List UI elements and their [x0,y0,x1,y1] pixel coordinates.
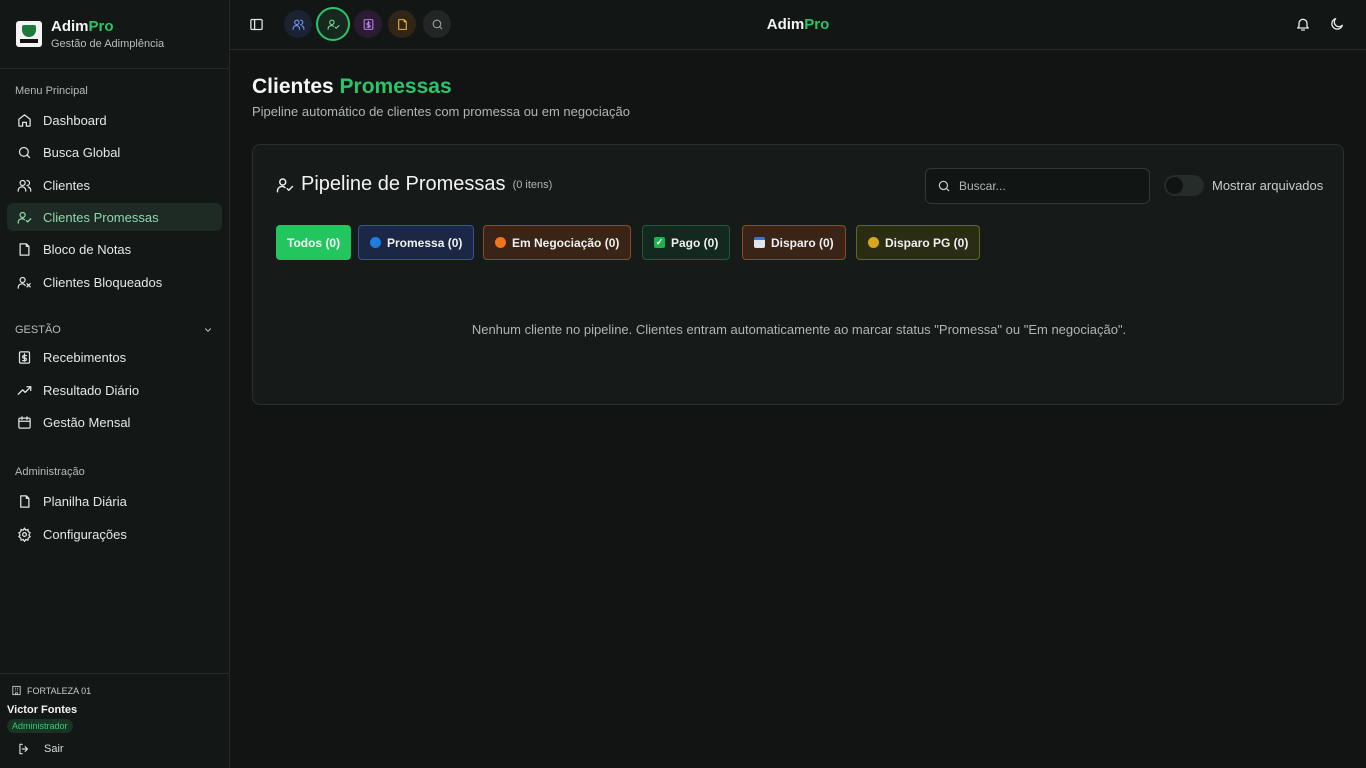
archived-toggle-label: Mostrar arquivados [1212,178,1324,193]
chevron-down-icon[interactable] [203,325,213,335]
sidebar-item-label: Clientes [43,177,90,193]
money-bag-icon [868,237,879,248]
filter-todos[interactable]: Todos (0) [276,225,352,260]
section-gestao: GESTÃO [15,324,61,336]
sidebar-item-dashboard[interactable]: Dashboard [7,106,222,134]
section-administracao: Administração [15,466,85,478]
bell-icon[interactable] [1295,16,1311,32]
check-box-icon: ✓ [654,237,665,248]
sidebar-item-label: Clientes Bloqueados [43,274,163,290]
sidebar-item-clientes-promessas[interactable]: Clientes Promessas [7,203,222,231]
user-check-icon [276,177,294,192]
filter-disparo-pg[interactable]: Disparo PG (0) [856,225,981,260]
logout-button[interactable]: Sair [17,742,64,756]
sidebar-item-busca-global[interactable]: Busca Global [7,138,222,166]
dollar-square-icon [18,350,31,364]
user-check-icon [17,211,32,224]
sidebar-item-clientes[interactable]: Clientes [7,171,222,199]
sidebar-footer: FORTALEZA 01 Victor Fontes Administrador… [0,673,230,768]
sidebar-item-bloco-de-notas[interactable]: Bloco de Notas [7,235,222,263]
pipeline-card: Pipeline de Promessas (0 itens) Mostrar … [252,144,1344,405]
search-icon [938,180,950,192]
archived-toggle[interactable] [1164,175,1204,196]
topbar-title: AdimPro [766,16,830,33]
sidebar-item-label: Dashboard [43,112,107,128]
filter-em-negociacao[interactable]: Em Negociação (0) [483,225,632,260]
logo [16,21,42,47]
role-badge: Administrador [7,719,73,733]
sidebar-item-configuracoes[interactable]: Configurações [7,520,222,548]
gear-icon [18,526,31,542]
sidebar-item-label: Gestão Mensal [43,414,131,430]
pipeline-header: Pipeline de Promessas (0 itens) [276,173,552,196]
sidebar-item-label: Resultado Diário [43,382,140,398]
brand-name: AdimPro [51,18,114,35]
topbar: AdimPro [230,0,1366,50]
trending-up-icon [17,385,32,395]
sidebar-item-planilha-diaria[interactable]: Planilha Diária [7,487,222,515]
sidebar-item-recebimentos[interactable]: Recebimentos [7,343,222,371]
sidebar-item-label: Configurações [43,526,127,542]
note-icon [19,242,30,256]
page-subtitle: Pipeline automático de clientes com prom… [252,104,630,119]
sidebar: AdimPro Gestão de Adimplência Menu Princ… [0,0,230,768]
pipeline-title: Pipeline de Promessas [301,173,506,195]
filter-disparo[interactable]: Disparo (0) [742,225,846,260]
sidebar-item-gestao-mensal[interactable]: Gestão Mensal [7,408,222,436]
building-icon [12,685,21,696]
calendar-emoji-icon [754,237,765,248]
sidebar-item-label: Recebimentos [43,349,127,365]
search-input[interactable] [959,179,1139,193]
brand[interactable]: AdimPro Gestão de Adimplência [0,0,229,69]
user-name: Victor Fontes [7,704,78,716]
section-menu-principal: Menu Principal [15,85,88,97]
moon-icon[interactable] [1329,16,1345,32]
user-x-icon [17,276,31,289]
orange-circle-icon [495,237,506,248]
sidebar-item-resultado-diario[interactable]: Resultado Diário [7,376,222,404]
filter-pago[interactable]: ✓ Pago (0) [642,225,731,260]
logout-icon [19,743,29,755]
sidebar-item-clientes-bloqueados[interactable]: Clientes Bloqueados [7,268,222,296]
pipeline-count: (0 itens) [512,178,553,191]
empty-state-message: Nenhum cliente no pipeline. Clientes ent… [471,322,1127,337]
sidebar-item-label: Bloco de Notas [43,241,132,257]
file-icon [20,494,30,508]
users-icon [17,179,32,192]
page-title: Clientes Promessas [252,75,452,98]
calendar-icon [18,415,31,429]
search-icon [18,146,31,158]
home-icon [18,113,31,127]
sidebar-item-label: Busca Global [43,144,121,160]
sidebar-item-label: Clientes Promessas [43,209,159,225]
search-box[interactable] [925,168,1150,204]
brand-subtitle: Gestão de Adimplência [51,38,165,50]
blue-circle-icon [370,237,381,248]
filter-promessa[interactable]: Promessa (0) [358,225,475,260]
organization: FORTALEZA 01 [11,685,91,696]
sidebar-item-label: Planilha Diária [43,493,127,509]
